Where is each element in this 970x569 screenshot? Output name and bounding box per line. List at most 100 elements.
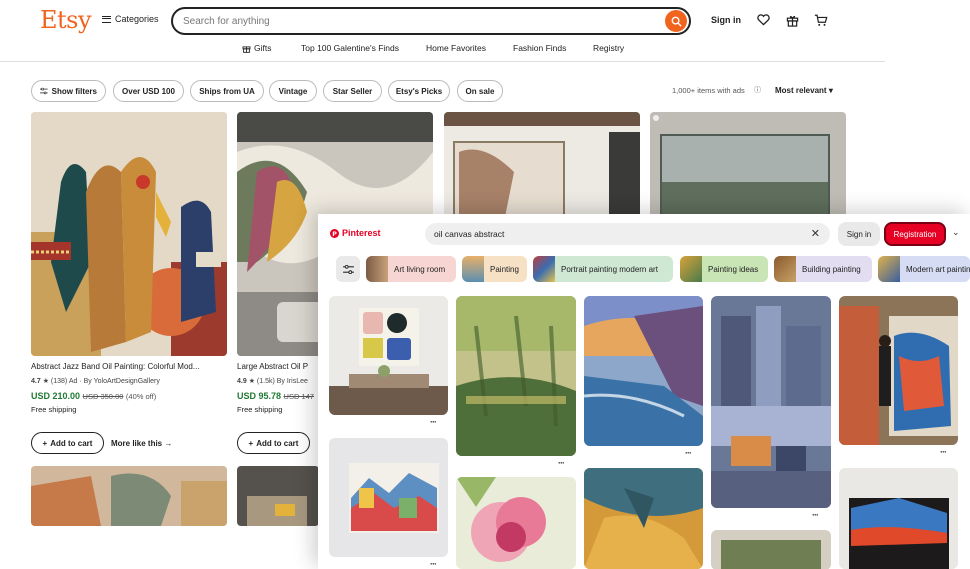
current-price: USD 210.00 [31, 391, 81, 401]
filter-ships-from-ua[interactable]: Ships from UA [190, 80, 264, 102]
more-options-icon[interactable]: ··· [812, 510, 819, 520]
nav-galentines[interactable]: Top 100 Galentine's Finds [301, 43, 399, 53]
result-count: 1,000+ items with ads [672, 86, 745, 95]
filter-on-sale[interactable]: On sale [457, 80, 503, 102]
plus-icon: + [248, 438, 254, 448]
pinterest-window: P Pinterest oil canvas abstract ✕ Sign i… [318, 214, 970, 569]
more-options-icon[interactable]: ··· [430, 559, 437, 569]
add-to-cart-label: Add to cart [50, 438, 93, 448]
shipping-info: Free shipping [31, 405, 77, 414]
filter-button[interactable] [336, 256, 360, 282]
chip-label: Painting ideas [708, 264, 759, 274]
cart-icon[interactable] [813, 12, 829, 28]
categories-button[interactable]: Categories [102, 14, 159, 24]
pin-image[interactable] [456, 296, 576, 456]
pinterest-sign-in-button[interactable]: Sign in [838, 222, 880, 246]
add-to-cart-button[interactable]: + Add to cart [31, 432, 104, 454]
sort-dropdown[interactable]: Most relevant ▾ [775, 86, 833, 95]
nav-registry[interactable]: Registry [593, 43, 624, 53]
plus-icon: + [42, 438, 48, 448]
search-placeholder: Search for anything [183, 15, 270, 27]
chip-label: Portrait painting modern art [561, 264, 658, 274]
more-like-this-link[interactable]: More like this → [111, 439, 172, 448]
more-like-this-label: More like this [111, 439, 163, 448]
filter-icon [40, 87, 48, 95]
menu-icon [102, 15, 111, 23]
product-rating: 4.9 ★ (1.5k) By IrisLee [237, 377, 319, 385]
chip-modern-art-painting[interactable]: Modern art painting [878, 256, 970, 282]
pinterest-icon: P [330, 228, 339, 238]
filter-over-100[interactable]: Over USD 100 [113, 80, 184, 102]
gift-icon[interactable] [784, 12, 800, 28]
header-divider [0, 61, 885, 62]
close-icon[interactable]: ✕ [811, 227, 820, 240]
nav-gifts[interactable]: Gifts [242, 43, 271, 53]
product-image[interactable] [31, 466, 227, 526]
search-value: oil canvas abstract [434, 229, 505, 239]
pinterest-logo[interactable]: P Pinterest [330, 228, 381, 238]
pin-image[interactable] [584, 296, 703, 446]
star-icon: ★ [42, 378, 49, 385]
filter-vintage[interactable]: Vintage [269, 80, 317, 102]
filter-star-seller[interactable]: Star Seller [323, 80, 382, 102]
pin-image[interactable] [839, 296, 958, 445]
product-image[interactable] [650, 112, 846, 222]
pin-image[interactable] [329, 438, 448, 557]
registration-button[interactable]: Registration [884, 222, 946, 246]
pin-image[interactable] [839, 468, 958, 569]
sort-label: Most relevant [775, 86, 827, 95]
chip-thumbnail [680, 256, 702, 282]
chip-painting-ideas[interactable]: Painting ideas [680, 256, 768, 282]
search-input[interactable]: Search for anything [171, 7, 691, 35]
pin-image[interactable] [711, 530, 831, 569]
more-options-icon[interactable]: ··· [940, 447, 947, 457]
gift-icon [242, 45, 251, 53]
search-button[interactable] [665, 10, 687, 32]
nav-fashion-finds[interactable]: Fashion Finds [513, 43, 566, 53]
chip-portrait-painting[interactable]: Portrait painting modern art [533, 256, 673, 282]
chevron-down-icon[interactable]: ⌄ [952, 227, 960, 238]
product-title[interactable]: Large Abstract Oil P [237, 362, 319, 371]
chip-thumbnail [462, 256, 484, 282]
chip-art-living-room[interactable]: Art living room [366, 256, 456, 282]
product-image[interactable] [237, 466, 319, 526]
seller-info: (138) Ad · By YoloArtDesignGallery [50, 378, 160, 385]
filter-etsys-picks[interactable]: Etsy's Picks [388, 80, 450, 102]
chip-building-painting[interactable]: Building painting [774, 256, 872, 282]
seller-info: (1.5k) By IrisLee [256, 378, 308, 385]
pinterest-search-input[interactable]: oil canvas abstract ✕ [425, 223, 830, 245]
more-options-icon[interactable]: ··· [685, 448, 692, 458]
heart-icon[interactable] [755, 12, 771, 28]
product-price: USD 95.78 USD 147 [237, 391, 319, 401]
chip-painting[interactable]: Painting [462, 256, 527, 282]
chip-label: Painting [490, 264, 519, 274]
nav-home-favorites[interactable]: Home Favorites [426, 43, 486, 53]
more-options-icon[interactable]: ··· [558, 458, 565, 468]
product-image[interactable] [31, 112, 227, 356]
discount: (40% off) [125, 392, 157, 401]
star-icon: ★ [248, 378, 255, 385]
more-options-icon[interactable]: ··· [430, 417, 437, 427]
chip-thumbnail [533, 256, 555, 282]
product-title[interactable]: Abstract Jazz Band Oil Painting: Colorfu… [31, 362, 227, 371]
rating-value: 4.7 [31, 378, 41, 385]
categories-label: Categories [115, 14, 159, 24]
product-image[interactable] [444, 112, 640, 222]
arrow-right-icon: → [164, 439, 173, 448]
etsy-logo[interactable]: Etsy [40, 6, 92, 34]
sign-in-link[interactable]: Sign in [711, 15, 741, 25]
current-price: USD 95.78 [237, 391, 282, 401]
rating-value: 4.9 [237, 378, 247, 385]
pin-image[interactable] [456, 477, 576, 569]
show-filters-button[interactable]: Show filters [31, 80, 106, 102]
add-to-cart-label: Add to cart [256, 438, 299, 448]
show-filters-label: Show filters [51, 86, 97, 96]
pin-image[interactable] [711, 296, 831, 508]
add-to-cart-button[interactable]: + Add to cart [237, 432, 310, 454]
filter-icon [342, 264, 354, 274]
chip-thumbnail [774, 256, 796, 282]
pin-image[interactable] [584, 468, 703, 569]
info-icon[interactable]: ⓘ [754, 85, 761, 95]
pin-image[interactable] [329, 296, 448, 415]
chip-label: Modern art painting [906, 264, 970, 274]
